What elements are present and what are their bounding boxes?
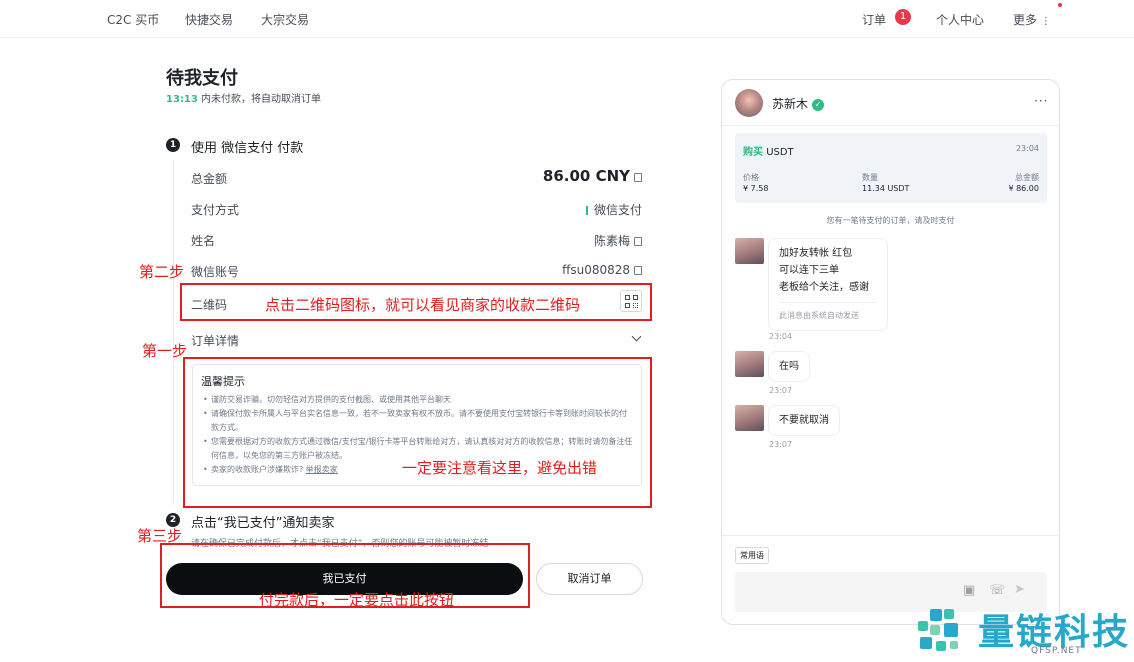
annotation-step3: 第三步 [137, 527, 183, 545]
chevron-down-icon[interactable] [631, 331, 642, 342]
watermark: 量链科技 QFSP.NET [916, 603, 1132, 659]
watermark-domain: QFSP.NET [1031, 646, 1082, 656]
notification-dot [1058, 3, 1062, 7]
watermark-logo-icon [916, 605, 972, 657]
chat-user-name: 苏新木 [772, 97, 809, 111]
verified-icon: ✓ [812, 99, 825, 111]
quick-reply-button[interactable]: 常用语 [735, 547, 769, 564]
phone-icon[interactable]: ☏ [989, 583, 1005, 598]
step-connector [173, 160, 174, 505]
cancel-order-button[interactable]: 取消订单 [536, 563, 643, 595]
annotation-step3-note: 付完款后，一定要点击此按钮 [259, 591, 455, 609]
message-time: 23:07 [769, 386, 793, 395]
annotation-step1-note: 一定要注意看这里，避免出错 [402, 459, 598, 477]
image-icon[interactable]: ▣ [963, 583, 975, 598]
nav-block-trade[interactable]: 大宗交易 [261, 11, 309, 28]
orders-badge: 1 [895, 9, 911, 25]
total-amount-label: 总金额 [191, 172, 228, 186]
total-amount-value: 86.00 CNY [542, 167, 630, 185]
wechat-account-value: ffsu080828 [562, 263, 630, 277]
message-line: 不要就取消 [779, 415, 829, 426]
nav-more[interactable]: 更多 ⋮ [1013, 11, 1051, 28]
order-asset: USDT [766, 147, 794, 158]
countdown: 13:13 内未付款，将自动取消订单 [166, 90, 321, 105]
annotation-step1: 第一步 [142, 342, 188, 360]
copy-icon[interactable] [634, 266, 642, 275]
order-card: 购买 USDT 23:04 价格 ¥ 7.58 数量 11.34 USDT 总金… [735, 133, 1047, 203]
chat-message: 不要就取消 [768, 405, 840, 436]
order-side-asset: 购买 USDT [743, 143, 794, 158]
chat-message: 在吗 [768, 351, 810, 382]
order-detail-toggle[interactable]: 订单详情 [191, 332, 239, 349]
chat-message: 加好友转帐 红包 可以连下三单 老板给个关注，感谢 此消息由系统自动发送 [768, 238, 888, 331]
nav-c2c-buy[interactable]: C2C 买币 [107, 11, 159, 28]
copy-icon[interactable] [634, 173, 642, 182]
top-nav: C2C 买币 快捷交易 大宗交易 订单 1 个人中心 更多 ⋮ [0, 0, 1134, 38]
total-label: 总金额 [1015, 173, 1039, 182]
page-title: 待我支付 [166, 68, 238, 89]
annotation-step2-note: 点击二维码图标，就可以看见商家的收款二维码 [265, 296, 581, 314]
avatar [735, 238, 764, 264]
seller-name-value: 陈素梅 [593, 234, 630, 248]
nav-orders[interactable]: 订单 [862, 11, 886, 28]
message-line: 老板给个关注，感谢 [779, 282, 869, 293]
step-1-title: 使用 微信支付 付款 [191, 141, 304, 156]
qty-label: 数量 [862, 173, 878, 182]
nav-quick-trade[interactable]: 快捷交易 [185, 11, 233, 28]
step-1-number: 1 [166, 138, 180, 152]
order-side: 购买 [743, 147, 763, 158]
more-icon: ⋮ [1040, 16, 1051, 27]
seller-name: 陈素梅 [470, 232, 642, 249]
message-line: 可以连下三单 [779, 265, 839, 276]
message-time: 23:04 [769, 332, 793, 341]
message-line: 在吗 [779, 361, 799, 372]
countdown-text: 内未付款，将自动取消订单 [201, 94, 322, 105]
pay-method-label: 支付方式 [191, 203, 240, 217]
pay-method-mark [585, 206, 588, 215]
copy-icon[interactable] [634, 237, 642, 246]
avatar [735, 351, 764, 377]
more-icon[interactable]: ··· [1034, 94, 1048, 108]
price-value: ¥ 7.58 [743, 184, 769, 193]
chat-user: 苏新木 ✓ [772, 95, 825, 112]
message-time: 23:07 [769, 440, 793, 449]
chat-divider [722, 535, 1059, 536]
avatar [735, 405, 764, 431]
send-icon[interactable]: ➤ [1014, 582, 1025, 597]
nav-profile[interactable]: 个人中心 [936, 11, 984, 28]
total-value: ¥ 86.00 [1008, 184, 1039, 193]
nav-more-label: 更多 [1013, 13, 1038, 27]
wechat-account: ffsu080828 [470, 263, 642, 277]
name-label: 姓名 [191, 234, 216, 248]
annotation-box-step1 [183, 357, 652, 508]
qty-value: 11.34 USDT [862, 184, 910, 193]
total-amount: 86.00 CNY [470, 167, 642, 185]
annotation-step2: 第二步 [139, 263, 185, 281]
chat-header: 苏新木 ✓ ··· [722, 80, 1059, 126]
order-time: 23:04 [1015, 144, 1039, 153]
pay-method: 微信支付 [470, 201, 642, 218]
system-note: 您有一笔待支付的订单，请及时支付 [826, 216, 955, 225]
wechat-account-label: 微信账号 [191, 265, 240, 279]
price-label: 价格 [743, 173, 759, 182]
countdown-time: 13:13 [166, 94, 198, 105]
auto-message-note: 此消息由系统自动发送 [779, 302, 877, 324]
chat-panel: 苏新木 ✓ ··· 购买 USDT 23:04 价格 ¥ 7.58 数量 11.3… [721, 79, 1060, 625]
step-2-title: 点击“我已支付”通知卖家 [191, 516, 335, 531]
avatar[interactable] [735, 89, 763, 117]
pay-method-value: 微信支付 [593, 203, 642, 217]
message-line: 加好友转帐 红包 [779, 248, 853, 259]
